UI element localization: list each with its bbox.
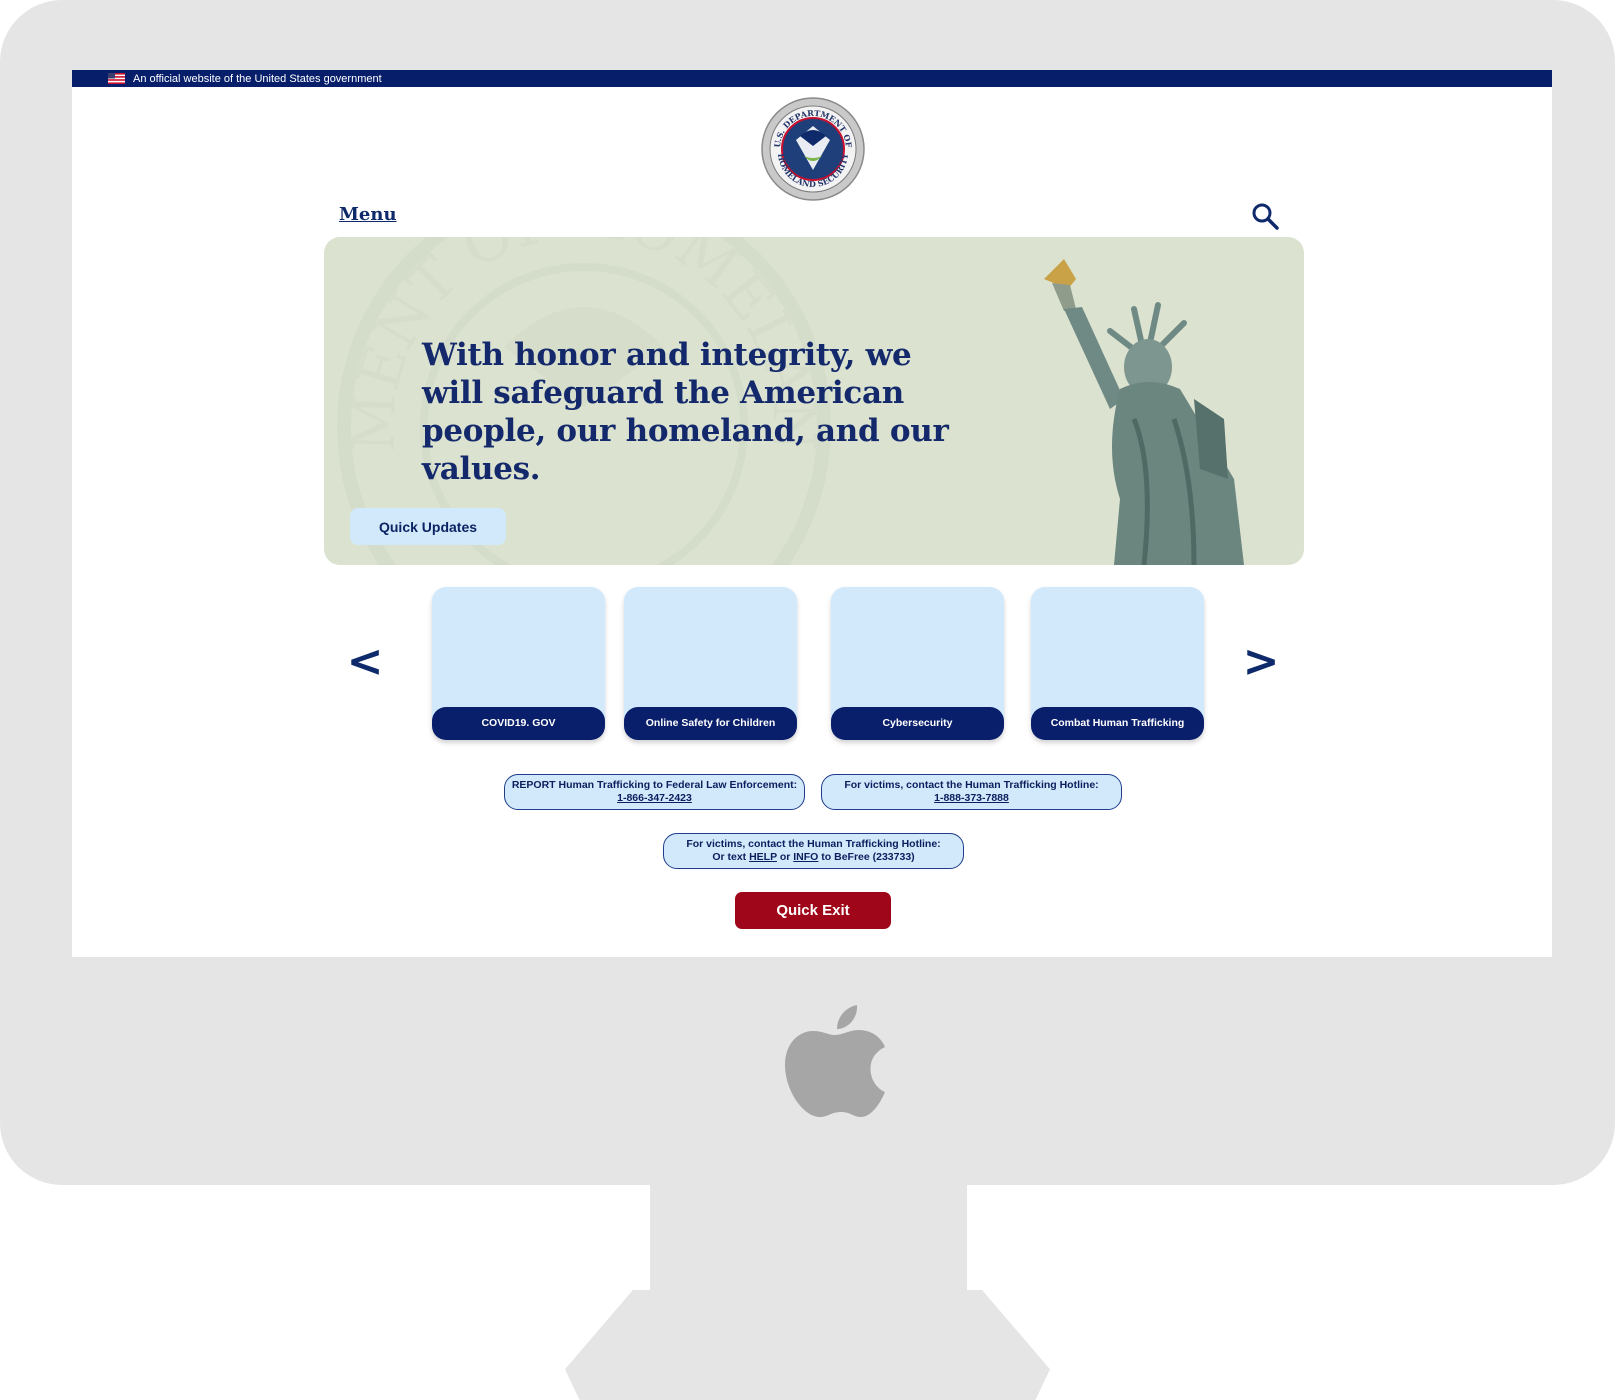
carousel-prev-arrow[interactable]: < [345,637,385,687]
help-link[interactable]: HELP [749,851,777,863]
hotline-pill: For victims, contact the Human Trafficki… [821,774,1122,810]
browser-viewport: An official website of the United States… [72,70,1552,957]
report-text: REPORT Human Trafficking to Federal Law … [511,779,798,791]
menu-link[interactable]: Menu [339,204,397,225]
quick-exit-button[interactable]: Quick Exit [735,892,891,929]
official-gov-banner: An official website of the United States… [72,70,1552,87]
quick-updates-button[interactable]: Quick Updates [350,508,506,545]
text-pill-line1: For victims, contact the Human Trafficki… [686,838,941,850]
gov-banner-text: An official website of the United States… [133,72,382,85]
info-link[interactable]: INFO [793,851,818,863]
report-trafficking-pill: REPORT Human Trafficking to Federal Law … [504,774,805,810]
card-label: Cybersecurity [831,707,1004,740]
apple-logo-icon [785,1005,885,1117]
text-befree-pill: For victims, contact the Human Trafficki… [663,833,964,869]
card-label: Online Safety for Children [624,707,797,740]
hotline-phone-link[interactable]: 1-888-373-7888 [934,792,1009,804]
text-pill-line2: Or text HELP or INFO to BeFree (233733) [664,851,963,864]
carousel-card-online-safety[interactable]: Online Safety for Children [624,587,797,740]
carousel-card-human-trafficking[interactable]: Combat Human Trafficking [1031,587,1204,740]
us-flag-icon [108,73,125,84]
dhs-seal-logo[interactable]: U.S. DEPARTMENT OF HOMELAND SECURITY [760,96,866,202]
card-label: Combat Human Trafficking [1031,707,1204,740]
hero-headline: With honor and integrity, we will safegu… [422,337,949,487]
carousel-card-cybersecurity[interactable]: Cybersecurity [831,587,1004,740]
text-or: or [779,851,791,863]
hotline-text: For victims, contact the Human Trafficki… [844,779,1099,791]
search-icon[interactable] [1250,201,1280,231]
card-label: COVID19. GOV [432,707,605,740]
statue-of-liberty-image [1044,259,1244,565]
carousel-card-covid19[interactable]: COVID19. GOV [432,587,605,740]
text-suffix: to BeFree (233733) [821,851,915,863]
carousel-next-arrow[interactable]: > [1241,637,1281,687]
hero-banner: U.S. DEPARTMENT OF HOMELAND SECURITY Wit… [324,237,1304,565]
report-phone-link[interactable]: 1-866-347-2423 [617,792,692,804]
monitor-stand-foot [565,1290,1050,1400]
text-prefix: Or text [712,851,747,863]
